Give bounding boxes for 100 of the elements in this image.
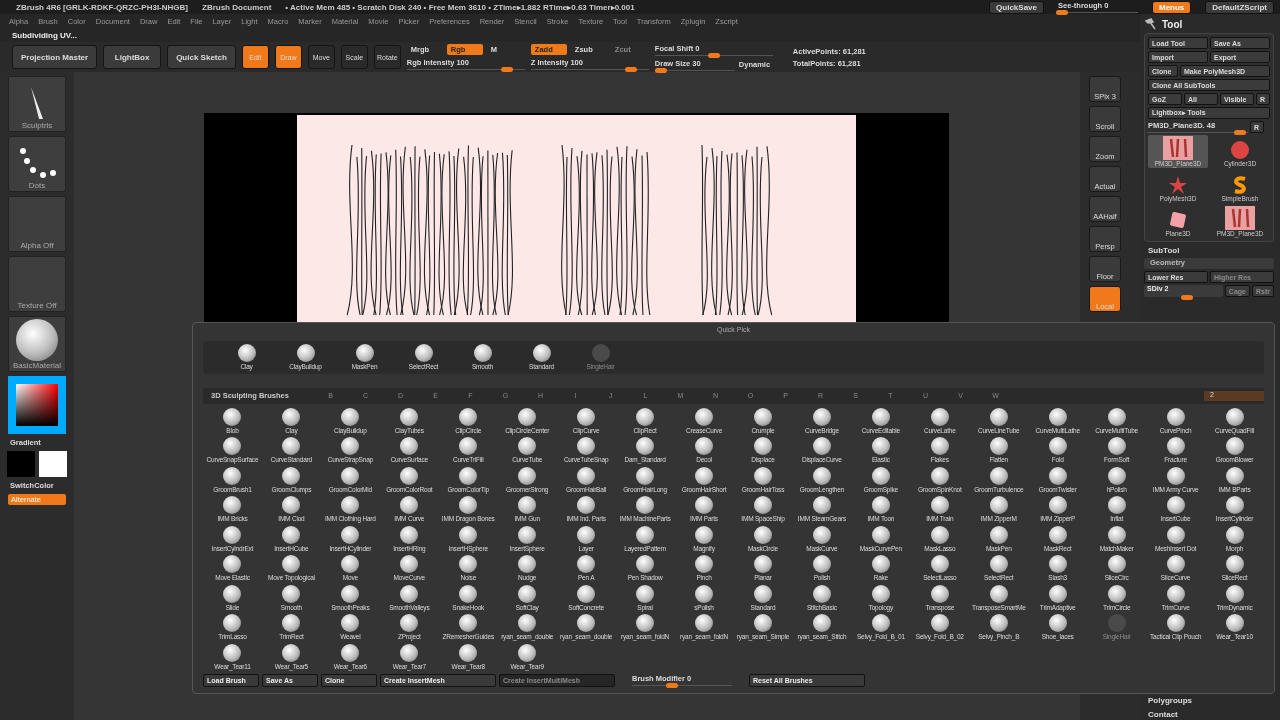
sphere-icon: [1225, 437, 1244, 456]
polygroups-header[interactable]: Polygroups: [1144, 694, 1274, 706]
sphere-icon: [989, 525, 1008, 544]
sphere-icon: [341, 407, 360, 426]
sphere-icon: [930, 496, 949, 515]
sphere-icon: [400, 555, 419, 574]
sphere-icon: [518, 437, 537, 456]
sphere-icon: [636, 525, 655, 544]
quicksave-button[interactable]: QuickSave: [989, 0, 1044, 14]
stroke-slot[interactable]: Dots: [8, 136, 66, 192]
sphere-icon: [518, 466, 537, 485]
sphere-icon: [1225, 614, 1244, 633]
cylinder-icon: [1230, 140, 1250, 160]
sphere-icon: [1225, 525, 1244, 544]
subtool-header[interactable]: SubTool: [1144, 244, 1274, 256]
hair-thumbnail-icon: [1163, 136, 1193, 160]
sphere-icon: [1225, 466, 1244, 485]
sphere-icon: [930, 555, 949, 574]
sphere-icon: [871, 437, 890, 456]
sphere-icon: [341, 584, 360, 603]
quick-sketch-button[interactable]: Quick Sketch: [167, 45, 236, 69]
sphere-icon: [400, 437, 419, 456]
sphere-icon: [577, 496, 596, 515]
sphere-icon: [459, 584, 478, 603]
sphere-icon: [871, 466, 890, 485]
slider-thumb[interactable]: [655, 67, 668, 73]
sphere-icon: [1048, 496, 1067, 515]
sphere-icon: [459, 525, 478, 544]
sphere-icon: [341, 525, 360, 544]
sphere-icon: [1107, 555, 1126, 574]
sphere-icon: [871, 496, 890, 515]
sphere-icon: [459, 643, 478, 662]
slot-label: Sculptris: [21, 121, 53, 130]
lightbox-button[interactable]: LightBox: [103, 45, 162, 69]
sphere-icon: [989, 555, 1008, 574]
color-swatch-icon[interactable]: [7, 451, 35, 477]
sphere-icon: [989, 407, 1008, 426]
slider-thumb[interactable]: [1234, 130, 1246, 135]
sphere-icon: [812, 525, 831, 544]
sphere-icon: [400, 614, 419, 633]
sphere-icon: [473, 344, 492, 363]
sphere-icon: [341, 555, 360, 574]
sphere-icon: [989, 496, 1008, 515]
sphere-icon: [871, 525, 890, 544]
sphere-icon: [695, 466, 713, 485]
sphere-icon: [930, 584, 949, 603]
sphere-icon: [400, 496, 419, 515]
sphere-icon: [400, 407, 419, 426]
sphere-icon: [1166, 437, 1185, 456]
sphere-icon: [989, 466, 1008, 485]
sphere-icon: [282, 525, 301, 544]
sphere-icon: [518, 643, 537, 662]
color-swatch-icon[interactable]: [39, 451, 67, 477]
material-sphere-icon: [16, 319, 58, 361]
sphere-icon: [459, 407, 478, 426]
sphere-icon: [1225, 584, 1244, 603]
slider-thumb[interactable]: [501, 67, 514, 72]
sphere-icon: [1048, 614, 1067, 633]
sphere-icon: [459, 466, 478, 485]
sphere-icon: [753, 614, 772, 633]
sphere-icon: [223, 555, 242, 574]
sphere-icon: [400, 584, 419, 603]
slot-label: Texture Off: [17, 301, 57, 310]
sphere-icon: [282, 614, 301, 633]
slider-thumb[interactable]: [707, 52, 720, 58]
status-text: Subdividing UV...: [0, 28, 1140, 42]
sphere-icon: [518, 525, 537, 544]
sphere-icon: [282, 555, 301, 574]
projection-master-button[interactable]: Projection Master: [12, 45, 98, 69]
slider-thumb[interactable]: [1181, 295, 1194, 300]
texture-slot[interactable]: Texture Off: [8, 256, 66, 312]
brush-slot[interactable]: Sculptris: [8, 76, 66, 132]
contact-header[interactable]: Contact: [1144, 708, 1274, 720]
slider-thumb[interactable]: [666, 683, 678, 689]
sphere-icon: [1107, 466, 1126, 485]
color-picker-icon[interactable]: [8, 376, 66, 434]
slot-label: Alpha Off: [20, 241, 54, 250]
sphere-icon: [1166, 555, 1185, 574]
slider-thumb[interactable]: [625, 67, 638, 72]
sphere-icon: [341, 466, 360, 485]
sphere-icon: [695, 525, 713, 544]
sphere-icon: [753, 496, 772, 515]
sphere-icon: [1048, 437, 1067, 456]
sphere-icon: [1107, 525, 1126, 544]
material-slot[interactable]: BasicMaterial: [8, 316, 66, 372]
sphere-icon: [1166, 496, 1185, 515]
sphere-icon: [577, 437, 596, 456]
alpha-slot[interactable]: Alpha Off: [8, 196, 66, 252]
sphere-icon: [282, 584, 301, 603]
sphere-icon: [591, 344, 610, 363]
memory-stats: • Active Mem 485 • Scratch Disk 240 • Free Mem 3610 • ZTime▸1.882 RTime▸0.63 Timer▸0.001: [285, 2, 635, 12]
sphere-icon: [1107, 437, 1126, 456]
sphere-icon: [1225, 496, 1244, 515]
sphere-icon: [812, 555, 831, 574]
sphere-icon: [459, 437, 478, 456]
sphere-icon: [459, 496, 478, 515]
slot-label: BasicMaterial: [13, 361, 61, 370]
slider-thumb[interactable]: [1056, 10, 1068, 15]
sphere-icon: [532, 344, 551, 363]
script-button[interactable]: DefaultZScript: [1205, 0, 1274, 14]
